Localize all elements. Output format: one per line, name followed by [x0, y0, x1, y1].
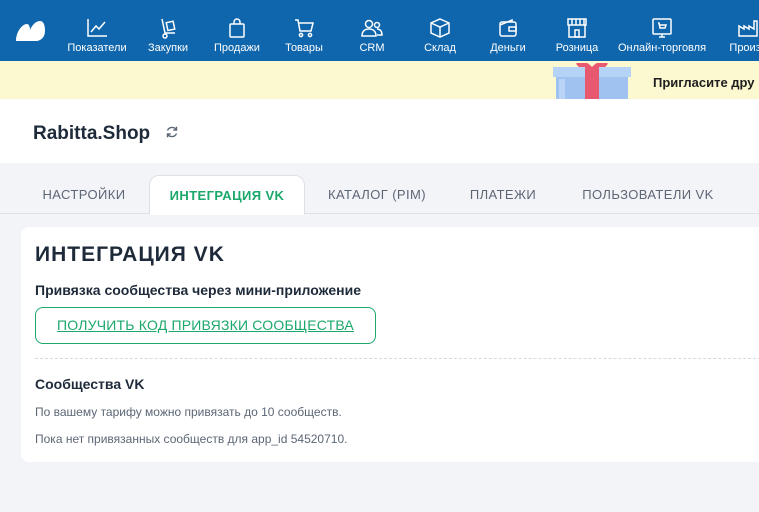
tab-vk-integration[interactable]: ИНТЕГРАЦИЯ VK — [149, 175, 305, 215]
top-navigation: Показатели Закупки Продажи Товары CRM Ск… — [0, 0, 759, 61]
nav-item-indicators[interactable]: Показатели — [64, 0, 130, 61]
get-binding-code-button[interactable]: ПОЛУЧИТЬ КОД ПРИВЯЗКИ СООБЩЕСТВА — [35, 307, 376, 344]
nav-item-label: Закупки — [147, 42, 189, 54]
nav-item-money[interactable]: Деньги — [486, 0, 530, 61]
nav-item-label: CRM — [359, 42, 385, 54]
nav-item-crm[interactable]: CRM — [350, 0, 394, 61]
nav-item-label: Показатели — [67, 42, 127, 54]
nav-item-purchases[interactable]: Закупки — [144, 0, 192, 61]
empty-communities-note: Пока нет привязанных сообществ для app_i… — [35, 432, 348, 446]
tariff-note: По вашему тарифу можно привязать до 10 с… — [35, 405, 342, 419]
page-header: Rabitta.Shop — [0, 99, 759, 163]
nav-item-label: Произв — [729, 42, 759, 54]
communities-heading: Сообщества VK — [35, 376, 145, 392]
promo-text: Пригласите дру — [653, 75, 755, 90]
nav-item-retail[interactable]: Розница — [552, 0, 602, 61]
nav-item-production[interactable]: Произв — [718, 0, 759, 61]
hand-truck-icon — [161, 18, 176, 39]
nav-item-sales[interactable]: Продажи — [210, 0, 264, 61]
nav-item-goods[interactable]: Товары — [280, 0, 328, 61]
nav-item-label: Деньги — [490, 42, 526, 54]
users-icon — [361, 19, 383, 37]
nav-item-warehouse[interactable]: Склад — [418, 0, 462, 61]
nav-item-label: Розница — [555, 42, 599, 54]
tab-vk-users[interactable]: ПОЛЬЗОВАТЕЛИ VK — [566, 175, 730, 214]
logo-icon[interactable] — [14, 20, 46, 42]
box-icon — [430, 18, 450, 38]
tab-bar: НАСТРОЙКИ ИНТЕГРАЦИЯ VK КАТАЛОГ (PIM) ПЛ… — [0, 163, 759, 215]
vk-integration-card: ИНТЕГРАЦИЯ VK Привязка сообщества через … — [21, 227, 759, 462]
tab-catalog-pim[interactable]: КАТАЛОГ (PIM) — [314, 175, 440, 214]
tab-payments[interactable]: ПЛАТЕЖИ — [456, 175, 550, 214]
nav-item-label: Товары — [285, 42, 323, 54]
chart-line-icon — [87, 19, 107, 37]
section-title: ИНТЕГРАЦИЯ VK — [35, 243, 225, 266]
nav-item-online-trade[interactable]: Онлайн-торговля — [616, 0, 708, 61]
binding-heading: Привязка сообщества через мини-приложени… — [35, 282, 361, 298]
refresh-icon[interactable] — [165, 125, 179, 139]
production-icon — [738, 20, 758, 37]
cart-icon — [295, 19, 314, 38]
tab-settings[interactable]: НАСТРОЙКИ — [28, 175, 140, 214]
shopping-bag-icon — [229, 18, 245, 38]
wallet-icon — [499, 18, 517, 37]
nav-item-label: Продажи — [214, 42, 260, 54]
promo-banner[interactable]: Пригласите дру — [0, 61, 759, 99]
divider — [35, 358, 759, 359]
online-shop-icon — [652, 18, 672, 38]
store-icon — [567, 18, 587, 38]
gift-icon — [553, 63, 631, 99]
nav-item-label: Онлайн-торговля — [617, 42, 707, 54]
page-title: Rabitta.Shop — [33, 123, 151, 144]
nav-item-label: Склад — [424, 42, 456, 54]
